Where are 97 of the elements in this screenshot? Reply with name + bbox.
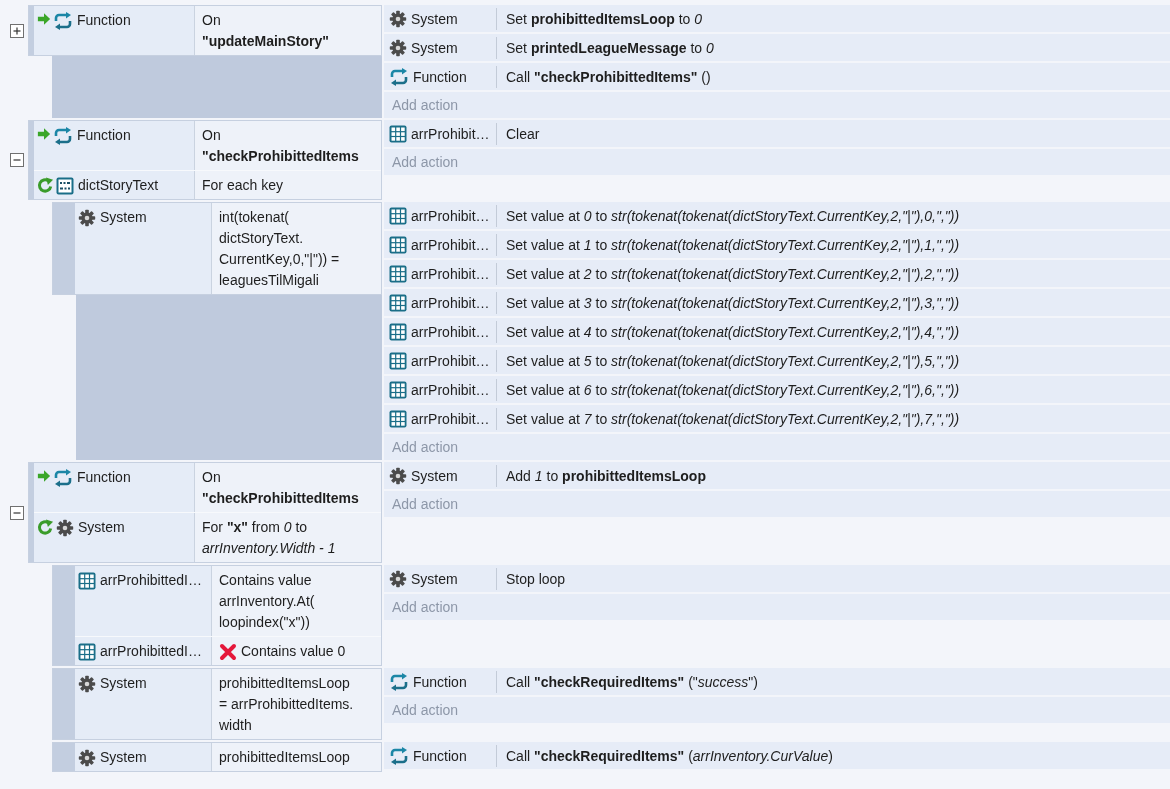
action-row[interactable]: System Stop loop xyxy=(384,565,1170,592)
grid-icon xyxy=(389,409,407,428)
cycle-arrows-icon xyxy=(53,127,73,145)
grid-icon xyxy=(389,124,407,143)
action-text: Set value at 0 to str(tokenat(tokenat(dictStoryText.CurrentKey,2,"|"),0,",")) xyxy=(505,207,960,224)
object-name: arrProhibit… xyxy=(411,381,490,398)
object-name: arrProhibit… xyxy=(411,294,490,311)
object-name: System xyxy=(411,39,458,56)
action-row[interactable]: System Set printedLeagueMessage to 0 xyxy=(384,34,1170,61)
action-text: Set value at 4 to str(tokenat(tokenat(dictStoryText.CurrentKey,2,"|"),4,",")) xyxy=(505,323,960,340)
grid-icon xyxy=(389,235,407,254)
action-row[interactable]: arrProhibit… Set value at 0 to str(tokenat(tokenat(dictStoryText.CurrentKey,2,"|"),0,",")) xyxy=(384,202,1170,229)
action-row[interactable]: arrProhibit… Set value at 4 to str(tokenat(tokenat(dictStoryText.CurrentKey,2,"|"),4,",")) xyxy=(384,318,1170,345)
grid-icon xyxy=(389,380,407,399)
grid-icon xyxy=(389,206,407,225)
action-row[interactable]: arrProhibit… Set value at 3 to str(tokenat(tokenat(dictStoryText.CurrentKey,2,"|"),3,",")) xyxy=(384,289,1170,316)
object-name: Function xyxy=(413,673,467,690)
object-name: Function xyxy=(77,11,131,30)
binary-grid-icon xyxy=(56,177,74,195)
grid-icon xyxy=(78,643,96,661)
action-text: Set prohibittedItemsLoop to 0 xyxy=(505,10,703,27)
gear-icon xyxy=(56,519,74,537)
cycle-arrows-icon xyxy=(389,672,409,691)
object-name: arrProhibittedI… xyxy=(100,571,202,590)
action-row[interactable]: arrProhibit… Clear xyxy=(384,120,1170,147)
action-text: Stop loop xyxy=(505,570,566,587)
action-text: Set printedLeagueMessage to 0 xyxy=(505,39,714,56)
action-row[interactable]: arrProhibit… Set value at 1 to str(tokenat(tokenat(dictStoryText.CurrentKey,2,"|"),1,",")) xyxy=(384,231,1170,258)
object-name: arrProhibit… xyxy=(411,265,490,282)
action-text: Call "checkRequiredItems" ("success") xyxy=(505,673,758,690)
object-name: arrProhibit… xyxy=(411,236,490,253)
object-name: System xyxy=(411,467,458,484)
object-name: System xyxy=(100,748,147,767)
object-name: Function xyxy=(413,747,467,764)
action-text: Set value at 3 to str(tokenat(tokenat(dictStoryText.CurrentKey,2,"|"),3,",")) xyxy=(505,294,960,311)
object-name: System xyxy=(411,570,458,587)
cycle-arrows-icon xyxy=(53,12,73,30)
action-text: Set value at 1 to str(tokenat(tokenat(dictStoryText.CurrentKey,2,"|"),1,",")) xyxy=(505,236,960,253)
action-row[interactable]: Function Call "checkRequiredItems" ("success") xyxy=(384,668,1170,695)
grid-icon xyxy=(389,351,407,370)
object-name: System xyxy=(78,518,125,537)
action-row[interactable]: arrProhibit… Set value at 2 to str(tokenat(tokenat(dictStoryText.CurrentKey,2,"|"),2,",")) xyxy=(384,260,1170,287)
action-text: Call "checkRequiredItems" (arrInventory.CurValue) xyxy=(505,747,833,764)
gear-icon xyxy=(78,749,96,767)
cycle-arrows-icon xyxy=(389,67,409,86)
condition-text: Contains value arrInventory.At( loopindex("x")) xyxy=(219,571,315,632)
action-row[interactable]: System Set prohibittedItemsLoop to 0 xyxy=(384,5,1170,32)
grid-icon xyxy=(389,293,407,312)
object-name: arrProhibit… xyxy=(411,410,490,427)
action-text: Set value at 2 to str(tokenat(tokenat(dictStoryText.CurrentKey,2,"|"),2,",")) xyxy=(505,265,960,282)
condition-text: For "x" from 0 to arrInventory.Width - 1 xyxy=(202,518,336,558)
action-text: Add 1 to prohibittedItemsLoop xyxy=(505,467,706,484)
gear-icon xyxy=(78,209,96,227)
object-name: Function xyxy=(77,126,131,145)
action-row[interactable]: arrProhibit… Set value at 6 to str(tokenat(tokenat(dictStoryText.CurrentKey,2,"|"),6,",")) xyxy=(384,376,1170,403)
action-row[interactable]: Function Call "checkRequiredItems" (arrInventory.CurValue) xyxy=(384,742,1170,769)
gear-icon xyxy=(389,38,407,57)
grid-icon xyxy=(389,264,407,283)
object-name: Function xyxy=(77,468,131,487)
action-row[interactable]: arrProhibit… Set value at 7 to str(tokenat(tokenat(dictStoryText.CurrentKey,2,"|"),7,",")) xyxy=(384,405,1170,432)
cycle-arrows-icon xyxy=(53,469,73,487)
condition-text: On "checkProhibittedItems xyxy=(202,468,359,508)
cycle-arrows-icon xyxy=(389,746,409,765)
grid-icon xyxy=(389,322,407,341)
object-name: arrProhibittedI… xyxy=(100,642,202,661)
gear-icon xyxy=(389,569,407,588)
object-name: arrProhibit… xyxy=(411,125,490,142)
action-text: Clear xyxy=(505,125,540,142)
condition-text: For each key xyxy=(202,176,283,195)
condition-text: prohibittedItemsLoop = arrProhibittedItems. width xyxy=(219,674,354,735)
gear-icon xyxy=(389,466,407,485)
action-text: Set value at 6 to str(tokenat(tokenat(dictStoryText.CurrentKey,2,"|"),6,",")) xyxy=(505,381,960,398)
object-name: System xyxy=(100,674,147,693)
expand-toggle[interactable] xyxy=(10,153,24,167)
condition-text: int(tokenat( dictStoryText. CurrentKey,0,"|")) = leaguesTilMigali xyxy=(219,208,340,290)
action-text: Set value at 7 to str(tokenat(tokenat(dictStoryText.CurrentKey,2,"|"),7,",")) xyxy=(505,410,960,427)
condition-text: prohibittedItemsLoop xyxy=(219,748,350,767)
action-text: Call "checkProhibittedItems" () xyxy=(505,68,711,85)
object-name: Function xyxy=(413,68,467,85)
gear-icon xyxy=(78,675,96,693)
gear-icon xyxy=(389,9,407,28)
action-row[interactable]: Function Call "checkProhibittedItems" () xyxy=(384,63,1170,90)
grid-icon xyxy=(78,572,96,590)
action-row[interactable]: System Add 1 to prohibittedItemsLoop xyxy=(384,462,1170,489)
condition-text: On "checkProhibittedItems xyxy=(202,126,359,166)
object-name: arrProhibit… xyxy=(411,352,490,369)
expand-toggle[interactable] xyxy=(10,23,24,38)
object-name: arrProhibit… xyxy=(411,207,490,224)
condition-text: On "updateMainStory" xyxy=(202,11,329,51)
expand-toggle[interactable] xyxy=(10,505,24,520)
action-text: Set value at 5 to str(tokenat(tokenat(dictStoryText.CurrentKey,2,"|"),5,",")) xyxy=(505,352,960,369)
object-name: arrProhibit… xyxy=(411,323,490,340)
object-name: dictStoryText xyxy=(78,176,159,195)
condition-text: Contains value 0 xyxy=(241,642,346,661)
object-name: System xyxy=(411,10,458,27)
action-row[interactable]: arrProhibit… Set value at 5 to str(tokenat(tokenat(dictStoryText.CurrentKey,2,"|"),5,",")) xyxy=(384,347,1170,374)
object-name: System xyxy=(100,208,147,227)
